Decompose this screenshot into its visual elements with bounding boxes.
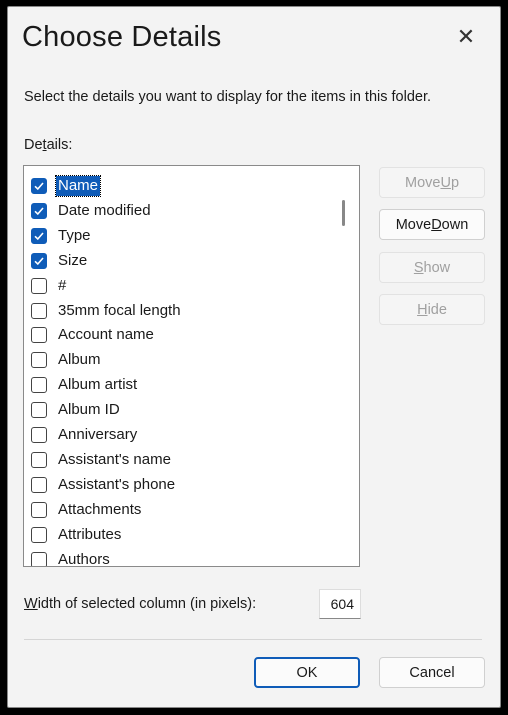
list-item[interactable]: Authors [31,548,112,567]
list-item[interactable]: Date modified [31,199,153,223]
checkmark-icon [34,182,44,191]
checkbox[interactable] [31,327,47,344]
list-item-label: Attributes [58,525,122,543]
width-label: Width of selected column (in pixels): [24,596,257,612]
show-button[interactable]: Show [379,252,485,283]
checkbox[interactable] [31,352,47,369]
checkbox[interactable] [31,402,47,419]
checkbox-checked[interactable] [31,252,47,269]
checkmark-icon [34,232,44,240]
dialog-title: Choose Details [22,21,222,53]
list-item-label: Name [54,175,102,197]
list-item[interactable]: Attributes [31,523,123,547]
checkbox[interactable] [31,476,47,493]
checkbox-checked[interactable] [31,202,47,219]
list-item[interactable]: Assistant's phone [31,473,177,497]
list-item[interactable]: Attachments [31,498,143,522]
list-item[interactable]: Anniversary [31,423,139,447]
details-listbox[interactable]: Name Date modified Type Size #35mm focal len… [23,165,360,567]
ok-button[interactable]: OK [254,657,360,688]
instruction-text: Select the details you want to display f… [24,89,432,105]
checkbox-checked[interactable] [31,178,47,194]
list-item-label: Assistant's name [58,450,171,468]
list-item-label: Size [58,251,88,269]
list-item[interactable]: Album [31,348,103,372]
cancel-button[interactable]: Cancel [379,657,485,688]
checkbox[interactable] [31,377,47,394]
list-item[interactable]: Album ID [31,398,122,422]
scrollbar-thumb[interactable] [342,200,345,226]
list-item-label: Album [58,351,101,369]
list-item-label: Assistant's phone [58,475,176,493]
move-down-button[interactable]: Move Down [379,209,485,240]
list-item-label: Type [58,226,91,244]
list-item[interactable]: Account name [31,323,156,347]
hide-button[interactable]: Hide [379,294,485,325]
close-icon[interactable]: ✕ [456,26,476,48]
list-item[interactable]: Album artist [31,373,139,397]
list-item-label: Authors [58,550,110,567]
checkmark-icon [34,207,44,216]
details-label: Details: [24,137,73,153]
list-item-label: Album artist [58,376,138,394]
move-up-button[interactable]: Move Up [379,167,485,198]
checkbox[interactable] [31,427,47,443]
list-item[interactable]: Size [31,249,89,273]
checkbox[interactable] [31,302,47,319]
list-item-label: Attachments [58,500,142,518]
list-item-label: Date modified [58,201,151,219]
list-item[interactable]: Assistant's name [31,448,173,472]
checkbox[interactable] [31,277,47,294]
divider [24,639,482,640]
checkmark-icon [34,257,44,265]
list-item[interactable]: 35mm focal length [31,299,183,323]
checkbox[interactable] [31,551,47,566]
checkbox[interactable] [31,526,47,543]
list-item-label: Anniversary [58,426,138,443]
list-item-label: # [58,276,67,294]
list-item-label: Account name [58,326,154,344]
list-item-label: 35mm focal length [58,301,181,319]
checkbox[interactable] [31,501,47,518]
choose-details-dialog: Choose Details ✕ Select the details you … [7,6,501,708]
checkbox-checked[interactable] [31,227,47,244]
column-width-input[interactable]: 604 [319,589,361,619]
checkbox[interactable] [31,451,47,468]
list-item[interactable]: Type [31,224,93,248]
list-item[interactable]: Name [31,174,102,198]
list-item[interactable]: # [31,274,68,298]
list-item-label: Album ID [58,401,120,419]
